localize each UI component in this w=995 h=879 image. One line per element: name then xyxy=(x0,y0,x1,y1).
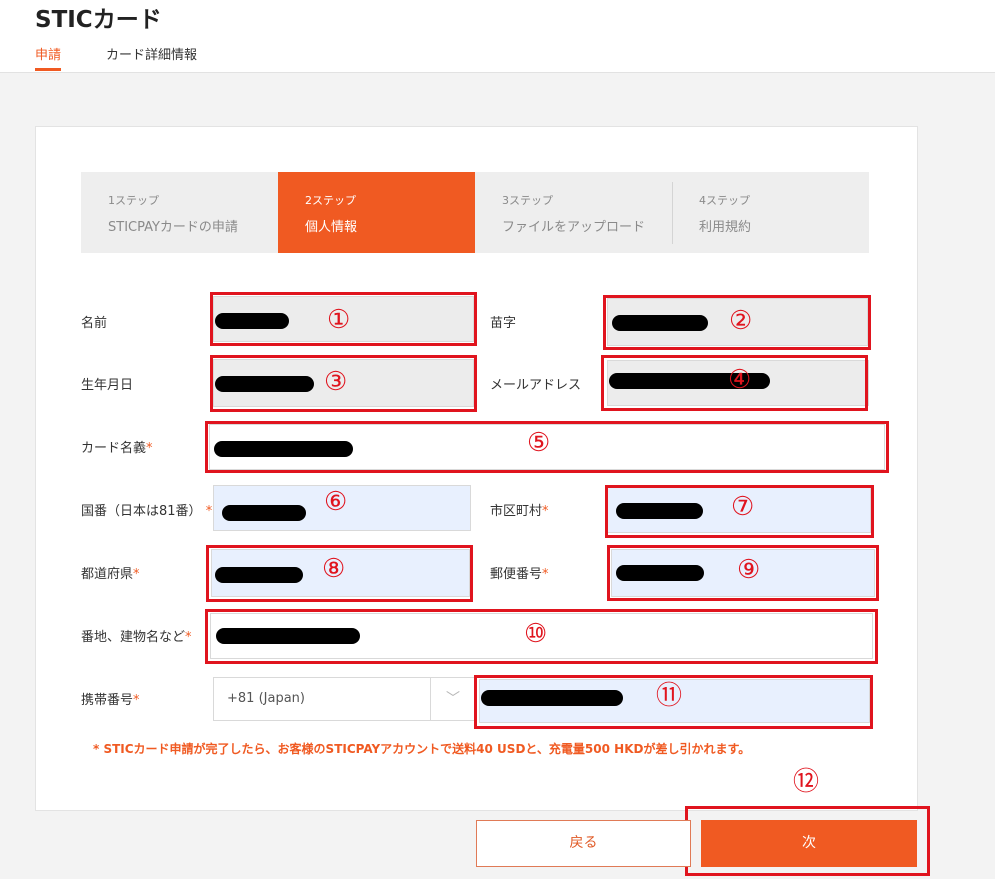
next-button[interactable]: 次 xyxy=(701,820,917,867)
address-label: 番地、建物名など* xyxy=(81,626,192,645)
step-3-label: ファイルをアップロード xyxy=(502,220,646,235)
first-name-label: 名前 xyxy=(81,316,108,331)
marker-7: ⑦ xyxy=(731,492,755,522)
phone-label-text: 携帯番号 xyxy=(81,693,134,708)
step-progress: 1ステップ STICPAYカードの申請 2ステップ 個人情報 3ステップ ファイ… xyxy=(81,172,869,253)
step-2-number: 2ステップ xyxy=(305,194,356,207)
address-label-text: 番地、建物名など xyxy=(81,630,186,645)
required-mark: * xyxy=(146,441,153,456)
city-label: 市区町村* xyxy=(490,500,549,519)
step-1-label: STICPAYカードの申請 xyxy=(108,220,238,235)
select-divider xyxy=(430,678,431,720)
tab-card-details[interactable]: カード詳細情報 xyxy=(106,44,197,63)
required-mark: * xyxy=(542,504,549,519)
marker-8: ⑧ xyxy=(322,554,346,584)
phone-country-select[interactable]: +81 (Japan) ﹀ xyxy=(213,677,476,721)
required-mark: * xyxy=(133,567,140,582)
marker-1: ① xyxy=(327,305,351,335)
fee-notice: * STICカード申請が完了したら、お客様のSTICPAYアカウントで送料40 … xyxy=(93,742,751,756)
required-mark: * xyxy=(133,693,140,708)
phone-label: 携帯番号* xyxy=(81,689,140,708)
step-4-label: 利用規約 xyxy=(699,220,752,235)
prefecture-label: 都道府県* xyxy=(81,563,140,582)
step-4-number: 4ステップ xyxy=(699,194,750,207)
marker-10: ⑩ xyxy=(524,619,548,649)
required-mark: * xyxy=(185,630,192,645)
birth-date-label: 生年月日 xyxy=(81,378,134,393)
step-1-number: 1ステップ xyxy=(108,194,159,207)
card-name-label: カード名義* xyxy=(81,437,153,456)
required-mark: * xyxy=(542,567,549,582)
marker-6: ⑥ xyxy=(324,487,348,517)
marker-12: ⑫ xyxy=(793,767,820,797)
marker-5: ⑤ xyxy=(527,428,551,458)
step-4: 4ステップ 利用規約 xyxy=(672,172,869,253)
tab-apply[interactable]: 申請 xyxy=(35,44,61,63)
phone-country-value: +81 (Japan) xyxy=(227,691,305,706)
postal-code-label-text: 郵便番号 xyxy=(490,567,543,582)
city-label-text: 市区町村 xyxy=(490,504,543,519)
step-2-label: 個人情報 xyxy=(305,220,358,235)
page-title: STICカード xyxy=(35,7,162,33)
prefecture-label-text: 都道府県 xyxy=(81,567,134,582)
top-header: STICカード 申請 カード詳細情報 xyxy=(0,0,995,73)
marker-3: ③ xyxy=(324,367,348,397)
country-code-label: 国番（日本は81番） * xyxy=(81,500,212,519)
step-1: 1ステップ STICPAYカードの申請 xyxy=(81,172,278,253)
marker-11: ⑪ xyxy=(656,681,683,711)
country-code-label-text: 国番（日本は81番） xyxy=(81,504,202,519)
marker-9: ⑨ xyxy=(737,555,761,585)
step-2: 2ステップ 個人情報 xyxy=(278,172,475,253)
redacted-value xyxy=(222,505,306,521)
chevron-down-icon: ﹀ xyxy=(446,691,460,707)
marker-2: ② xyxy=(729,306,753,336)
postal-code-label: 郵便番号* xyxy=(490,563,549,582)
step-3: 3ステップ ファイルをアップロード xyxy=(475,172,672,253)
active-tab-indicator xyxy=(35,68,61,71)
card-name-label-text: カード名義 xyxy=(81,441,147,456)
marker-4: ④ xyxy=(728,365,752,395)
back-button[interactable]: 戻る xyxy=(476,820,691,867)
email-label: メールアドレス xyxy=(490,378,582,393)
required-mark: * xyxy=(205,504,213,519)
last-name-label: 苗字 xyxy=(490,316,517,331)
step-3-number: 3ステップ xyxy=(502,194,553,207)
